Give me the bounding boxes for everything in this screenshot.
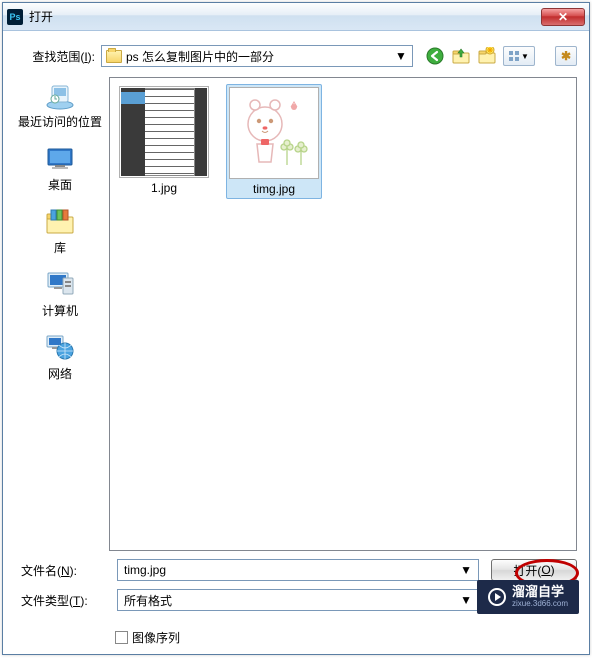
watermark-url: zixue.3d66.com	[512, 600, 568, 609]
place-libraries[interactable]: 库	[18, 205, 102, 258]
folder-icon	[106, 50, 122, 63]
place-label: 网络	[48, 365, 72, 382]
file-name: 1.jpg	[151, 181, 177, 195]
open-button[interactable]: 打开(O)	[491, 559, 577, 581]
libraries-icon	[43, 207, 77, 237]
filename-label: 文件名(N):	[15, 562, 105, 579]
thumbnail	[229, 87, 319, 179]
filetype-combo[interactable]: 所有格式 ▼	[117, 589, 479, 611]
watermark: 溜溜自学 zixue.3d66.com	[477, 580, 579, 614]
file-list[interactable]: 1.jpg	[109, 77, 577, 551]
place-recent[interactable]: 最近访问的位置	[18, 79, 102, 132]
views-icon-grid	[509, 51, 519, 61]
place-label: 最近访问的位置	[18, 113, 102, 130]
lookin-value: ps 怎么复制图片中的一部分	[126, 48, 390, 65]
views-button[interactable]: ▼	[503, 46, 535, 66]
filetype-value: 所有格式	[124, 592, 172, 609]
up-one-level-button[interactable]	[451, 46, 471, 66]
watermark-title: 溜溜自学	[512, 585, 568, 599]
app-icon: Ps	[7, 9, 23, 25]
star-icon: ✱	[561, 49, 571, 63]
file-item[interactable]: 1.jpg	[116, 84, 212, 197]
place-desktop[interactable]: 桌面	[18, 142, 102, 195]
use-adobe-dialog-button[interactable]: ✱	[555, 46, 577, 66]
close-icon: ✕	[558, 10, 568, 24]
main-row: 最近访问的位置 桌面 库	[15, 77, 577, 551]
filename-value: timg.jpg	[124, 563, 166, 577]
file-item[interactable]: timg.jpg	[226, 84, 322, 199]
recent-icon	[43, 81, 77, 111]
place-computer[interactable]: 计算机	[18, 268, 102, 321]
image-sequence-checkbox[interactable]	[115, 631, 128, 644]
chevron-down-icon: ▼	[460, 593, 472, 607]
open-dialog: Ps 打开 ✕ 查找范围(I): ps 怎么复制图片中的一部分 ▼	[2, 2, 590, 655]
filename-row: 文件名(N): timg.jpg ▼ 打开(O)	[15, 559, 577, 581]
desktop-icon	[43, 144, 77, 174]
chevron-down-icon: ▼	[521, 52, 529, 61]
network-icon	[43, 333, 77, 363]
back-button[interactable]	[425, 46, 445, 66]
filetype-label: 文件类型(T):	[15, 592, 105, 609]
image-sequence-label: 图像序列	[132, 629, 180, 646]
thumbnail	[119, 86, 209, 178]
dialog-body: 查找范围(I): ps 怎么复制图片中的一部分 ▼ ▼	[3, 31, 589, 654]
titlebar: Ps 打开 ✕	[3, 3, 589, 31]
new-folder-button[interactable]	[477, 46, 497, 66]
close-button[interactable]: ✕	[541, 8, 585, 26]
file-name: timg.jpg	[253, 182, 295, 196]
chevron-down-icon: ▼	[394, 49, 408, 63]
filename-input[interactable]: timg.jpg ▼	[117, 559, 479, 581]
play-icon	[488, 588, 506, 606]
chevron-down-icon: ▼	[460, 563, 472, 577]
lookin-label: 查找范围(I):	[15, 48, 95, 65]
place-label: 计算机	[42, 302, 78, 319]
computer-icon	[43, 270, 77, 300]
place-network[interactable]: 网络	[18, 331, 102, 384]
place-label: 库	[54, 239, 66, 256]
lookin-row: 查找范围(I): ps 怎么复制图片中的一部分 ▼ ▼	[15, 45, 577, 67]
image-sequence-row: 图像序列	[115, 629, 577, 646]
place-label: 桌面	[48, 176, 72, 193]
window-title: 打开	[29, 8, 541, 25]
lookin-combo[interactable]: ps 怎么复制图片中的一部分 ▼	[101, 45, 413, 67]
toolbar: ▼ ✱	[425, 46, 577, 66]
places-bar: 最近访问的位置 桌面 库	[15, 77, 105, 551]
